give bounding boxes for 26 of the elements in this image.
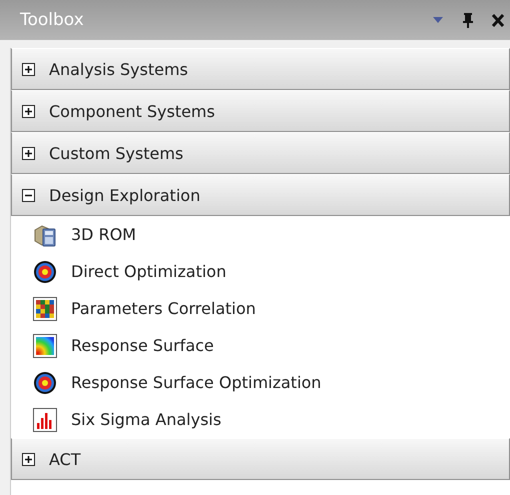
gradient-square-icon [33,334,57,358]
pin-icon[interactable] [462,12,474,28]
section-header[interactable]: ACT [11,438,510,480]
section-header[interactable]: Analysis Systems [11,48,510,90]
toolbox-item[interactable]: Direct Optimization [11,253,510,290]
target-icon [33,260,57,284]
panel-title: Toolbox [20,10,84,30]
section-header[interactable]: Custom Systems [11,132,510,174]
cube-calculator-icon [33,222,57,246]
toolbox-item[interactable]: Six Sigma Analysis [11,401,510,438]
target-icon [33,370,57,394]
toolbox-item[interactable]: 3D ROM [11,216,510,253]
close-icon[interactable] [492,14,504,26]
bar-chart-icon [33,408,57,432]
toolbox-item[interactable]: Parameters Correlation [11,290,510,327]
expander-icon[interactable] [22,62,35,76]
expander-icon[interactable] [22,188,35,202]
color-grid-icon [33,296,57,320]
toolbox-item[interactable]: Response Surface [11,327,510,364]
dropdown-icon[interactable] [432,16,444,24]
expander-icon[interactable] [22,452,35,466]
expander-icon[interactable] [22,104,35,118]
section-header[interactable]: Component Systems [11,90,510,132]
expander-icon[interactable] [22,146,35,160]
section-header[interactable]: Design Exploration [11,174,510,216]
toolbox-item[interactable]: Response Surface Optimization [11,364,510,401]
